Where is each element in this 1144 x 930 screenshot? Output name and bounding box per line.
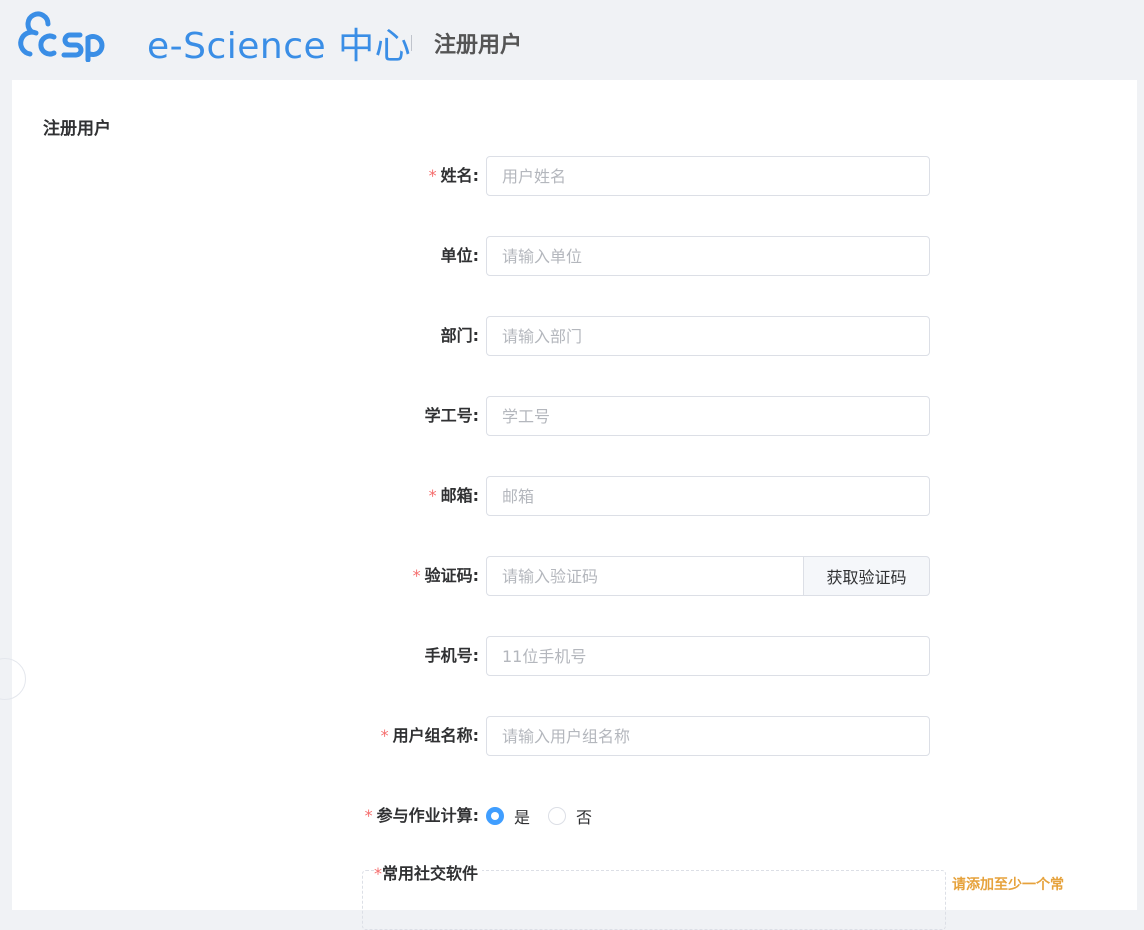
form-row-user-group: * 用户组名称: <box>12 716 1137 756</box>
student-id-label: 学工号: <box>424 406 479 425</box>
radio-yes-label: 是 <box>514 808 531 827</box>
department-label: 部门: <box>440 326 479 345</box>
required-mark: * <box>374 864 382 883</box>
form-row-job-compute: * 参与作业计算: 是 否 <box>12 796 1137 836</box>
form-row-phone: 手机号: <box>12 636 1137 676</box>
user-group-label: * 用户组名称: <box>380 726 479 745</box>
form-row-name: * 姓名: <box>12 156 1137 196</box>
phone-input[interactable] <box>486 636 930 676</box>
department-input[interactable] <box>486 316 930 356</box>
user-group-input[interactable] <box>486 716 930 756</box>
form-row-email: * 邮箱: <box>12 476 1137 516</box>
phone-label: 手机号: <box>424 646 479 665</box>
brand-name: e-Science 中心 <box>147 26 412 67</box>
required-mark: * <box>412 566 421 585</box>
organization-label: 单位: <box>440 246 479 265</box>
form-row-verification-code: *验证码: 获取验证码 <box>12 556 1137 596</box>
social-hint: 请添加至少一个常 <box>952 877 1064 893</box>
required-mark: * <box>428 166 437 185</box>
form-title: 注册用户 <box>43 119 111 139</box>
name-label: * 姓名: <box>428 166 479 185</box>
form-row-organization: 单位: <box>12 236 1137 276</box>
verification-code-label: * 验证码: <box>412 566 479 585</box>
page-title: 注册用户 <box>434 33 523 58</box>
job-compute-no-radio[interactable]: 否 <box>548 804 592 828</box>
radio-unchecked-icon[interactable] <box>548 807 567 825</box>
header-divider <box>411 35 412 51</box>
get-verification-code-button[interactable]: 获取验证码 <box>803 556 930 596</box>
required-mark: * <box>428 486 437 505</box>
form-row-department: 部门: <box>12 316 1137 356</box>
required-mark: * <box>380 726 389 745</box>
radio-checked-icon[interactable] <box>486 807 504 825</box>
radio-no-label: 否 <box>576 808 593 827</box>
job-compute-radio-group: 是 否 <box>486 796 610 836</box>
form-row-student-id: 学工号: <box>12 396 1137 436</box>
student-id-input[interactable] <box>486 396 930 436</box>
organization-input[interactable] <box>486 236 930 276</box>
email-label: * 邮箱: <box>428 486 479 505</box>
header: e-Science 中心 注册用户 <box>0 0 1144 80</box>
register-card: 注册用户 *姓名: 单位: 部门: 学工号: *邮箱: *验证码: 获取验证码 … <box>0 80 1137 930</box>
required-mark: * <box>364 806 373 825</box>
email-input[interactable] <box>486 476 930 516</box>
verification-code-input[interactable] <box>486 556 804 596</box>
job-compute-label: * 参与作业计算: <box>364 806 479 825</box>
social-software-label: *常用社交软件 <box>374 860 483 884</box>
csp-cloud-logo-icon <box>18 11 105 62</box>
job-compute-yes-radio[interactable]: 是 <box>486 804 530 828</box>
name-input[interactable] <box>486 156 930 196</box>
